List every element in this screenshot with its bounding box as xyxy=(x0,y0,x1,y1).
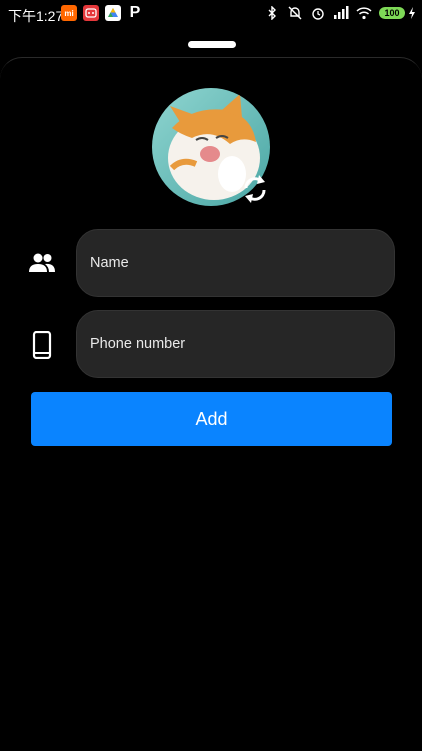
bluetooth-icon xyxy=(264,5,280,21)
alarm-icon xyxy=(310,5,326,21)
tmall-icon xyxy=(83,5,99,21)
change-photo-icon[interactable] xyxy=(240,172,270,206)
battery-icon: 100 xyxy=(379,7,416,19)
people-icon xyxy=(27,248,57,278)
notification-icons: mi P xyxy=(61,4,143,21)
battery-level: 100 xyxy=(379,7,405,19)
signal-icon xyxy=(333,5,349,21)
phone-placeholder: Phone number xyxy=(90,336,186,352)
phone-number-field[interactable]: Phone number xyxy=(76,310,395,378)
add-button-label: Add xyxy=(195,408,228,429)
drag-handle[interactable] xyxy=(188,41,236,48)
wifi-icon xyxy=(356,5,372,21)
charging-icon xyxy=(409,7,415,19)
drive-icon xyxy=(105,5,121,21)
name-placeholder: Name xyxy=(90,255,129,271)
add-button[interactable]: Add xyxy=(31,392,392,446)
mi-icon: mi xyxy=(61,5,77,21)
p-icon: P xyxy=(129,4,141,21)
phone-icon xyxy=(27,330,57,360)
status-bar: 下午1:27 mi P 100 xyxy=(0,0,422,30)
mute-icon xyxy=(287,5,303,21)
name-field[interactable]: Name xyxy=(76,229,395,297)
status-time: 下午1:27 xyxy=(8,8,64,24)
